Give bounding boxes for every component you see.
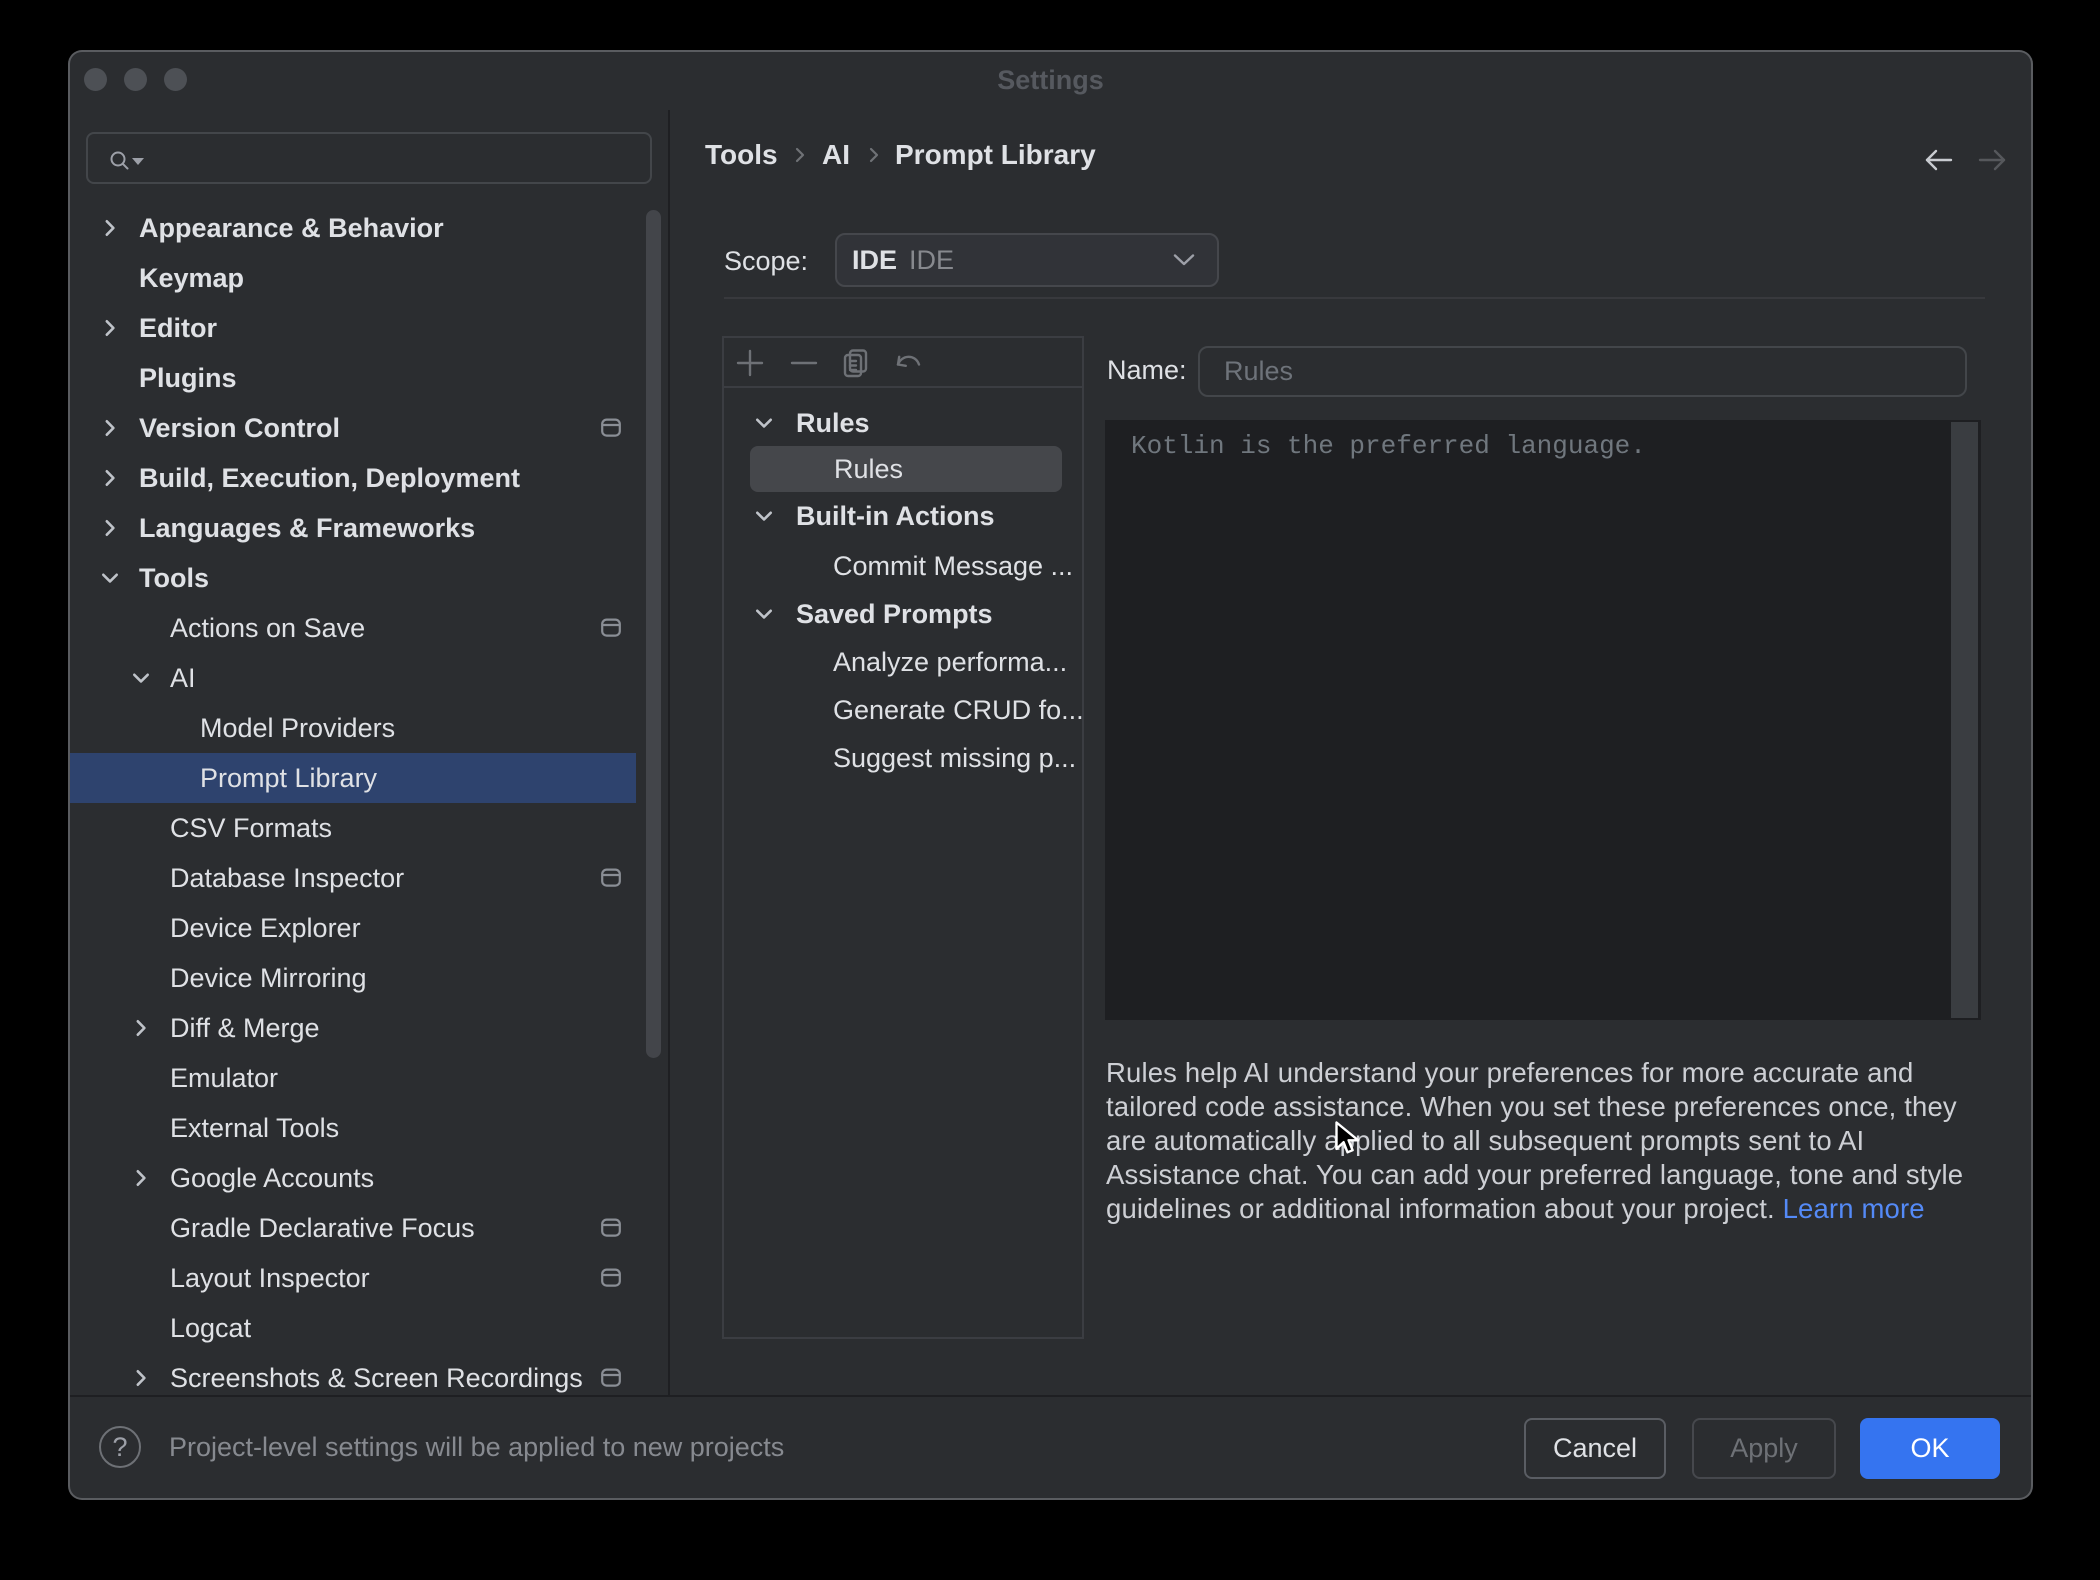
svg-text:?: ? (112, 1432, 127, 1462)
